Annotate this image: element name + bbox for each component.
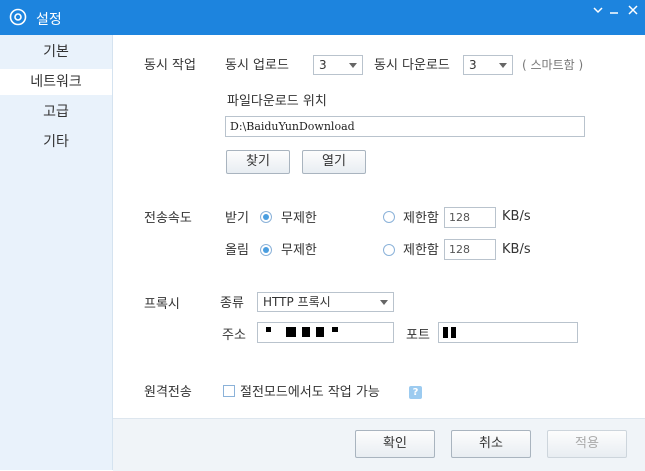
proxy-type-value: HTTP 프록시 xyxy=(263,295,331,309)
help-icon[interactable]: ? xyxy=(409,386,422,399)
download-location-field[interactable]: D:\BaiduYunDownload xyxy=(225,116,585,137)
chevron-down-icon xyxy=(499,63,507,68)
apply-button[interactable]: 적용 xyxy=(547,430,627,458)
sleep-mode-label: 절전모드에서도 작업 가능 xyxy=(240,385,380,400)
network-settings-panel: 동시 작업 동시 업로드 3 동시 다운로드 3 ( 스마트함 ) 파일다운로드… xyxy=(113,35,645,430)
close-button[interactable] xyxy=(622,3,644,21)
redacted-mark xyxy=(332,327,338,332)
redacted-mark xyxy=(316,327,324,337)
concurrent-download-label: 동시 다운로드 xyxy=(374,58,450,73)
upload-limit-radio[interactable] xyxy=(383,244,395,256)
upload-speed-label: 올림 xyxy=(225,243,249,258)
remote-section-label: 원격전송 xyxy=(144,385,192,400)
minimize-icon xyxy=(610,12,618,14)
sidebar-item-advanced[interactable]: 고급 xyxy=(0,99,112,125)
proxy-type-select[interactable]: HTTP 프록시 xyxy=(257,292,394,312)
chevron-down-icon xyxy=(380,300,388,305)
proxy-port-label: 포트 xyxy=(406,328,430,343)
proxy-address-label: 주소 xyxy=(222,328,246,343)
concurrent-section-label: 동시 작업 xyxy=(144,58,196,73)
settings-window: 설정 기본 네트워크 고급 기타 동시 작업 동시 업로드 3 동시 다운로드 … xyxy=(0,0,645,471)
upload-unit-label: KB/s xyxy=(502,242,531,257)
sidebar-item-other[interactable]: 기타 xyxy=(0,129,112,155)
redacted-mark xyxy=(302,327,310,337)
sidebar-item-network[interactable]: 네트워크 xyxy=(0,69,112,95)
sidebar-item-basic[interactable]: 기본 xyxy=(0,39,112,65)
download-limit-field[interactable]: 128 xyxy=(444,207,496,228)
chevron-down-icon xyxy=(349,63,357,68)
upload-limit-label: 제한함 xyxy=(403,243,439,258)
concurrent-upload-value: 3 xyxy=(319,58,327,72)
upload-limit-field[interactable]: 128 xyxy=(444,239,496,260)
upload-unlimited-radio[interactable] xyxy=(260,244,272,256)
redacted-mark xyxy=(286,327,296,337)
open-folder-button[interactable]: 열기 xyxy=(302,150,366,174)
proxy-port-field[interactable] xyxy=(438,322,578,343)
settings-gear-icon xyxy=(9,8,27,26)
cancel-button[interactable]: 취소 xyxy=(451,430,531,458)
close-icon xyxy=(628,5,638,15)
speed-section-label: 전송속도 xyxy=(144,211,192,226)
proxy-section-label: 프록시 xyxy=(144,297,180,312)
sleep-mode-checkbox[interactable] xyxy=(223,385,235,397)
concurrent-upload-label: 동시 업로드 xyxy=(225,58,289,73)
redacted-mark xyxy=(451,327,456,338)
smart-note: ( 스마트함 ) xyxy=(522,58,584,72)
download-unit-label: KB/s xyxy=(502,209,531,224)
concurrent-download-select[interactable]: 3 xyxy=(463,55,513,75)
sidebar: 기본 네트워크 고급 기타 xyxy=(0,35,113,470)
dialog-footer: 확인 취소 적용 xyxy=(113,418,645,471)
redacted-mark xyxy=(266,327,271,332)
download-unlimited-radio[interactable] xyxy=(260,211,272,223)
download-unlimited-label: 무제한 xyxy=(281,211,317,226)
proxy-address-field[interactable] xyxy=(257,322,394,343)
ok-button[interactable]: 확인 xyxy=(355,430,435,458)
download-limit-label: 제한함 xyxy=(403,211,439,226)
window-title: 설정 xyxy=(36,12,62,28)
title-bar: 설정 xyxy=(0,0,645,35)
concurrent-download-value: 3 xyxy=(469,58,477,72)
dropdown-arrow-icon xyxy=(593,7,603,14)
concurrent-upload-select[interactable]: 3 xyxy=(313,55,363,75)
download-speed-label: 받기 xyxy=(225,211,249,226)
upload-unlimited-label: 무제한 xyxy=(281,243,317,258)
proxy-type-label: 종류 xyxy=(220,296,244,311)
redacted-mark xyxy=(443,327,448,338)
download-limit-radio[interactable] xyxy=(383,211,395,223)
browse-button[interactable]: 찾기 xyxy=(226,150,290,174)
download-location-label: 파일다운로드 위치 xyxy=(227,94,327,109)
